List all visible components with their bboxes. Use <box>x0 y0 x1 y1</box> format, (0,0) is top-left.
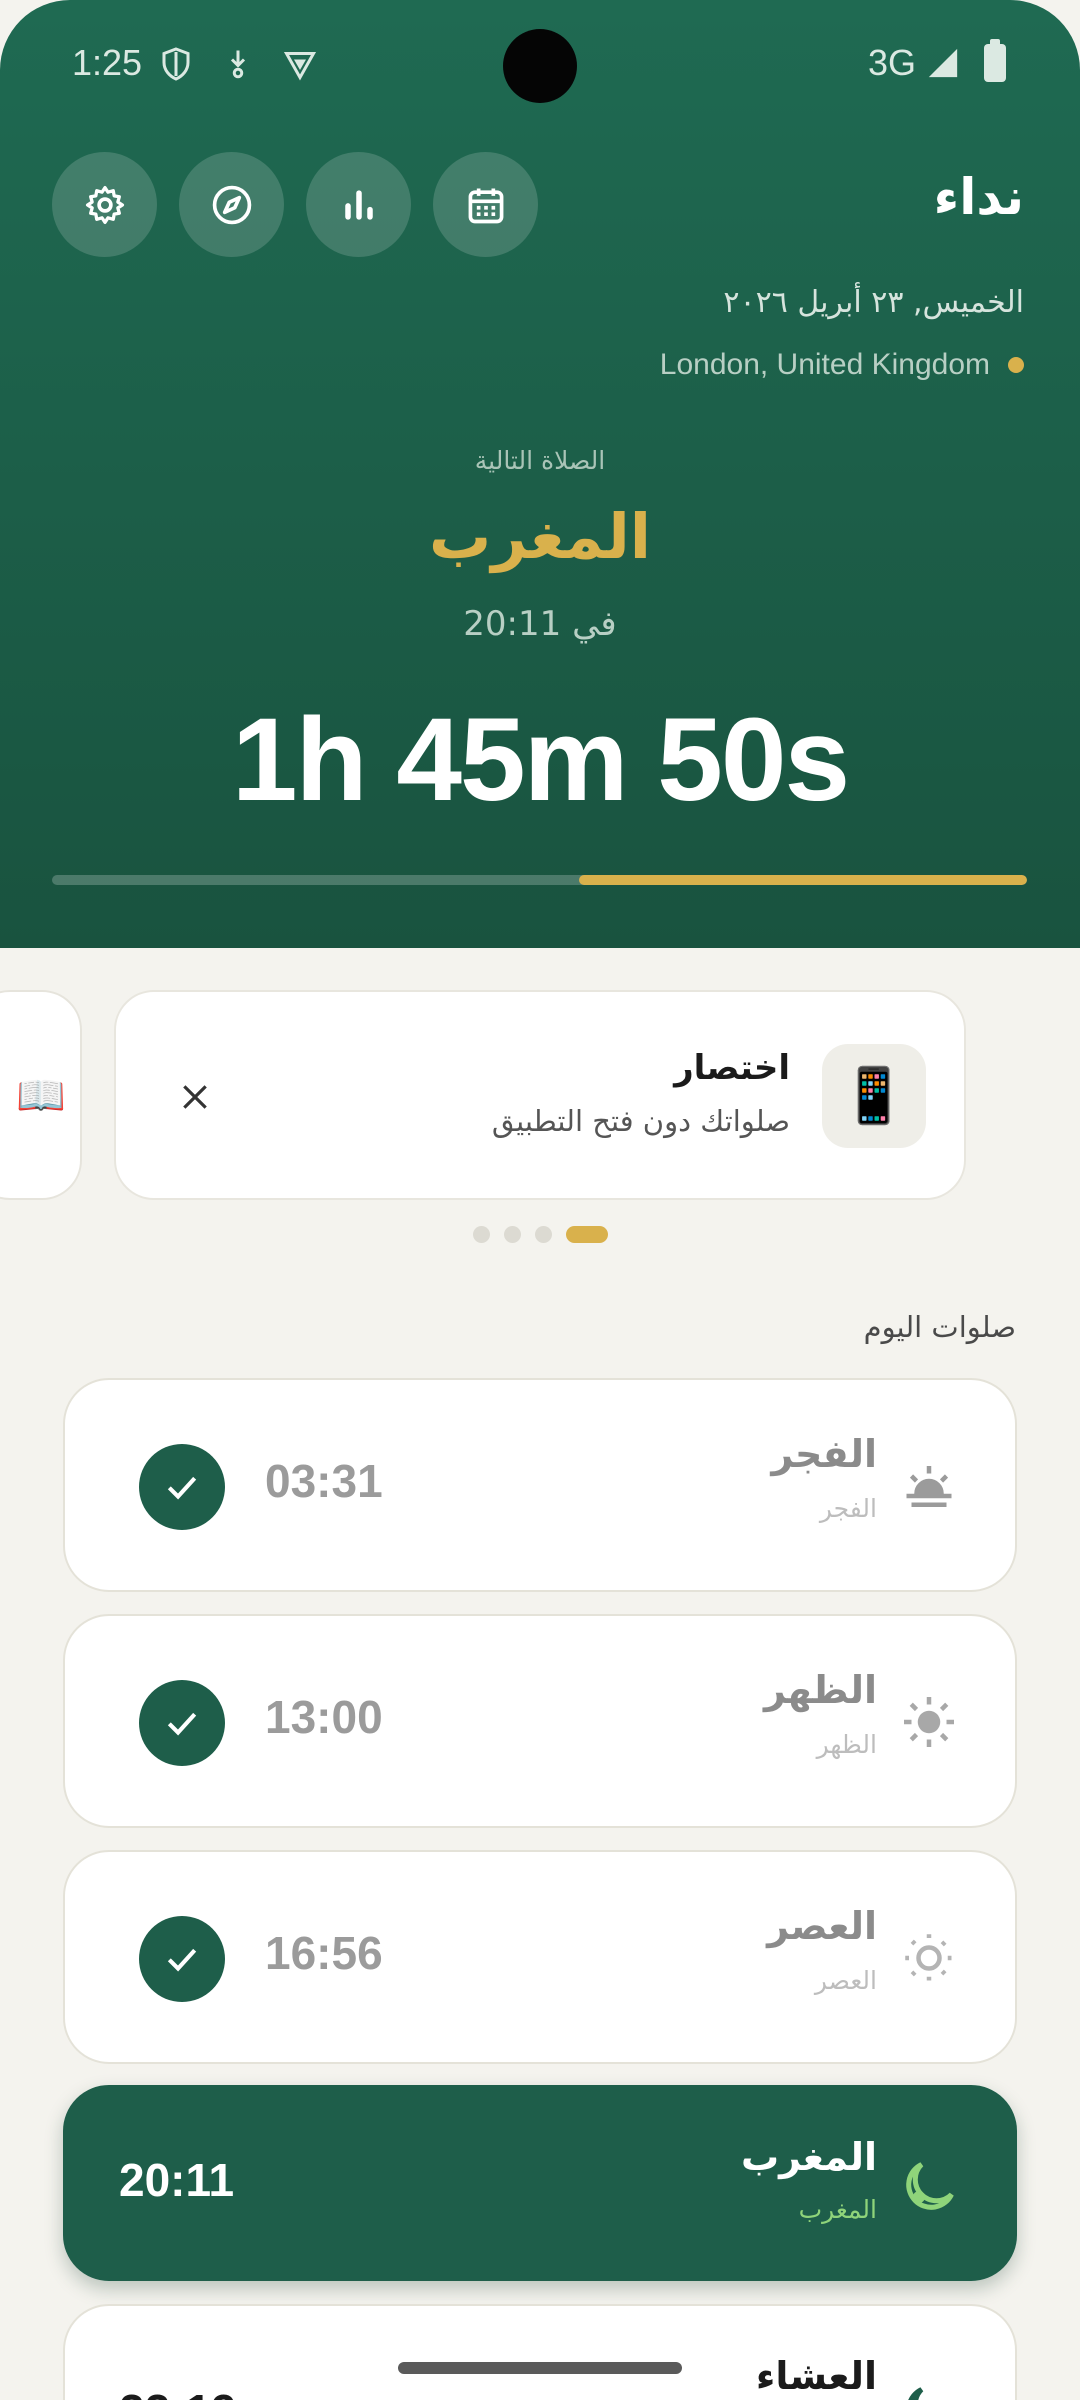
carousel-dot[interactable] <box>503 1226 521 1243</box>
date-text: الخميس, ٢٣ أبريل ٢٠٢٦ <box>723 285 1024 320</box>
phone-icon: 📱 <box>822 1044 926 1148</box>
prayer-time: 20:11 <box>119 2154 235 2206</box>
download-icon <box>230 50 246 79</box>
app-title: نداء <box>933 168 1024 226</box>
status-time: 1:25 <box>72 42 143 83</box>
prayer-row-maghrib[interactable]: المغرب المغرب 20:11 <box>63 2085 1017 2281</box>
sun-icon <box>893 1686 965 1758</box>
home-indicator[interactable] <box>398 2362 682 2374</box>
tip-subtitle: صلواتك دون فتح التطبيق <box>491 1104 790 1138</box>
prayer-subtitle: الفجر <box>819 1494 877 1523</box>
prayer-row-isha[interactable]: العشاء 22:19 <box>63 2304 1017 2400</box>
signal-icon <box>928 48 958 78</box>
prayer-time: 13:00 <box>265 1691 383 1743</box>
stats-button[interactable] <box>306 152 411 257</box>
stats-icon <box>344 189 373 220</box>
moon-icon <box>893 2376 965 2400</box>
prayer-row-asr[interactable]: العصر العصر 16:56 <box>63 1850 1017 2064</box>
book-icon: 📖 <box>16 1073 66 1119</box>
location-text: London, United Kingdom <box>659 348 990 381</box>
close-icon <box>183 1085 207 1109</box>
prayer-name: العشاء <box>755 2354 877 2398</box>
section-title: صلوات اليوم <box>863 1310 1016 1344</box>
progress-fill <box>578 875 1027 885</box>
calendar-button[interactable] <box>433 152 538 257</box>
prayer-name: الظهر <box>763 1668 877 1712</box>
camera-cutout <box>503 29 577 103</box>
carousel-dot[interactable] <box>534 1226 552 1243</box>
status-right: 3G <box>867 39 1006 84</box>
progress-track <box>52 875 1027 885</box>
prayer-time: 16:56 <box>265 1927 383 1979</box>
location-dot-icon <box>1008 357 1024 373</box>
carousel-dot[interactable] <box>472 1226 490 1243</box>
prayer-done-toggle[interactable] <box>139 1444 225 1530</box>
location[interactable]: London, United Kingdom <box>660 348 1024 382</box>
header: 1:25 3G نداء الخميس, ٢٣ أبريل ٢٠٢٦ Londo… <box>0 0 1080 948</box>
prayer-row-dhuhr[interactable]: الظهر الظهر 13:00 <box>63 1614 1017 1828</box>
moon-icon <box>893 2151 965 2223</box>
prayer-subtitle: الظهر <box>816 1730 877 1759</box>
vpn-icon <box>283 52 317 81</box>
check-icon <box>167 1948 197 1972</box>
prayer-subtitle: المغرب <box>798 2195 877 2224</box>
carousel-card-previous[interactable]: 📖 <box>0 990 82 1200</box>
qibla-button[interactable] <box>179 152 284 257</box>
shield-icon <box>162 47 190 81</box>
sunrise-icon <box>893 1450 965 1522</box>
carousel-dot[interactable] <box>565 1226 608 1243</box>
next-prayer-name: المغرب <box>429 500 651 573</box>
gear-icon <box>85 185 124 224</box>
prayer-time: 22:19 <box>119 2384 237 2400</box>
prayer-done-toggle[interactable] <box>139 1680 225 1766</box>
settings-button[interactable] <box>52 152 157 257</box>
tip-title: اختصار <box>674 1048 790 1088</box>
prayer-done-toggle[interactable] <box>139 1916 225 2002</box>
next-prayer-time: في 20:11 <box>463 604 617 644</box>
battery-icon <box>984 39 1006 82</box>
prayer-name: العصر <box>767 1904 877 1948</box>
network-type: 3G <box>867 42 916 83</box>
prayer-subtitle: العصر <box>814 1966 877 1995</box>
dismiss-button[interactable] <box>160 1062 230 1132</box>
calendar-icon <box>468 188 503 223</box>
status-bar: 1:25 3G <box>0 0 1080 130</box>
prayer-name: الفجر <box>771 1432 877 1476</box>
prayer-row-fajr[interactable]: الفجر الفجر 03:31 <box>63 1378 1017 1592</box>
screen: 1:25 3G نداء الخميس, ٢٣ أبريل ٢٠٢٦ Londo… <box>0 0 1080 2400</box>
countdown-timer: 1h 45m 50s <box>231 694 850 826</box>
sun-dim-icon <box>893 1922 965 1994</box>
carousel-indicator <box>0 1226 1080 1243</box>
prayer-name: المغرب <box>740 2135 877 2179</box>
toolbar <box>52 152 538 257</box>
next-prayer-label: الصلاة التالية <box>474 446 606 475</box>
status-icons <box>158 46 318 82</box>
compass-icon <box>212 185 251 224</box>
prayer-time: 03:31 <box>265 1455 383 1507</box>
check-icon <box>167 1712 197 1736</box>
check-icon <box>167 1476 197 1500</box>
tip-card[interactable]: 📱 اختصار صلواتك دون فتح التطبيق <box>114 990 966 1200</box>
